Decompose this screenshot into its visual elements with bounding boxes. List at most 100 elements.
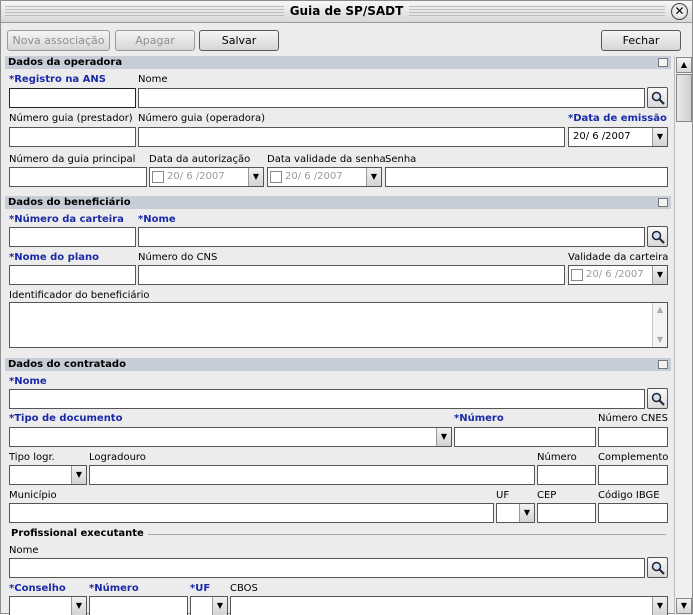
chevron-down-icon[interactable]: ▼ xyxy=(366,168,381,186)
cep-input[interactable] xyxy=(537,503,596,523)
fechar-button[interactable]: Fechar xyxy=(601,30,681,51)
numero-guia-principal-label: Número da guia principal xyxy=(9,154,136,165)
registro-ans-label: *Registro na ANS xyxy=(9,74,106,85)
logradouro-input[interactable] xyxy=(89,465,535,485)
data-validade-senha-checkbox[interactable] xyxy=(270,171,282,183)
chevron-down-icon[interactable]: ▼ xyxy=(212,597,227,615)
salvar-button[interactable]: Salvar xyxy=(199,30,279,51)
validade-carteira-value: 20/ 6 /2007 xyxy=(586,269,644,280)
apagar-button[interactable]: Apagar xyxy=(115,30,195,51)
section-title: Dados da operadora xyxy=(8,57,123,68)
numero-endereco-label: Número xyxy=(537,452,577,463)
tipo-documento-label: *Tipo de documento xyxy=(9,413,123,424)
codigo-ibge-label: Código IBGE xyxy=(598,490,660,501)
nome-operadora-input[interactable] xyxy=(138,88,645,108)
scroll-up-icon[interactable]: ▲ xyxy=(653,303,667,317)
logradouro-label: Logradouro xyxy=(89,452,146,463)
nome-contratado-input[interactable] xyxy=(9,389,645,409)
scroll-down-icon[interactable]: ▼ xyxy=(676,598,692,614)
data-emissao-picker[interactable]: 20/ 6 /2007 ▼ xyxy=(568,127,668,147)
numero-guia-principal-input[interactable] xyxy=(9,167,147,187)
nome-contratado-label: *Nome xyxy=(9,376,47,387)
data-emissao-label: *Data de emissão xyxy=(568,113,667,124)
textarea-scrollbar[interactable]: ▲ ▼ xyxy=(652,303,667,347)
municipio-input[interactable] xyxy=(9,503,494,523)
divider xyxy=(148,534,666,535)
codigo-ibge-input[interactable] xyxy=(598,503,668,523)
chevron-down-icon[interactable]: ▼ xyxy=(519,504,534,522)
section-beneficiario[interactable]: Dados do beneficiário xyxy=(5,196,671,209)
numero-carteira-input[interactable] xyxy=(9,227,136,247)
cep-label: CEP xyxy=(537,490,557,501)
cbos-label: CBOS xyxy=(230,583,258,594)
section-operadora[interactable]: Dados da operadora xyxy=(5,56,671,69)
numero-guia-operadora-label: Número guia (operadora) xyxy=(138,113,266,124)
scroll-down-icon[interactable]: ▼ xyxy=(653,333,667,347)
prof-nome-input[interactable] xyxy=(9,558,645,578)
scroll-thumb[interactable] xyxy=(676,74,692,122)
title-bar: Guia de SP/SADT ✕ xyxy=(1,1,692,23)
prof-numero-input[interactable] xyxy=(89,596,188,615)
magnifier-icon[interactable] xyxy=(647,388,668,409)
cbos-select[interactable]: ▼ xyxy=(230,596,668,615)
dialog-window: Guia de SP/SADT ✕ Nova associação Apagar… xyxy=(0,0,693,615)
nome-plano-label: *Nome do plano xyxy=(9,252,99,263)
chevron-down-icon[interactable]: ▼ xyxy=(248,168,263,186)
close-icon[interactable]: ✕ xyxy=(671,3,688,20)
magnifier-icon[interactable] xyxy=(647,557,668,578)
data-validade-senha-picker[interactable]: 20/ 6 /2007 ▼ xyxy=(267,167,382,187)
conselho-select[interactable]: ▼ xyxy=(9,596,87,615)
numero-cns-input[interactable] xyxy=(138,265,565,285)
nome-beneficiario-input[interactable] xyxy=(138,227,645,247)
numero-documento-label: *Número xyxy=(454,413,504,424)
scroll-up-icon[interactable]: ▲ xyxy=(676,57,692,73)
magnifier-icon[interactable] xyxy=(647,87,668,108)
collapse-icon[interactable] xyxy=(658,58,668,67)
chevron-down-icon[interactable]: ▼ xyxy=(71,597,86,615)
tipo-logr-select[interactable]: ▼ xyxy=(9,465,87,485)
chevron-down-icon[interactable]: ▼ xyxy=(71,466,86,484)
validade-carteira-picker[interactable]: 20/ 6 /2007 ▼ xyxy=(568,265,668,285)
nova-associacao-button[interactable]: Nova associação xyxy=(7,30,110,51)
uf-label: UF xyxy=(496,490,510,501)
data-autorizacao-picker[interactable]: 20/ 6 /2007 ▼ xyxy=(149,167,264,187)
tipo-logr-label: Tipo logr. xyxy=(9,452,55,463)
collapse-icon[interactable] xyxy=(658,360,668,369)
uf-select[interactable]: ▼ xyxy=(496,503,535,523)
numero-endereco-input[interactable] xyxy=(537,465,596,485)
identificador-label: Identificador do beneficiário xyxy=(9,290,150,301)
section-title: Dados do contratado xyxy=(8,359,126,370)
numero-guia-prestador-label: Número guia (prestador) xyxy=(9,113,133,124)
nome-operadora-label: Nome xyxy=(138,74,168,85)
prof-nome-label: Nome xyxy=(9,545,39,556)
numero-cnes-input[interactable] xyxy=(598,427,668,447)
senha-input[interactable] xyxy=(385,167,668,187)
form-scrollbar[interactable]: ▲ ▼ xyxy=(674,56,692,615)
section-contratado[interactable]: Dados do contratado xyxy=(5,358,671,371)
nome-plano-input[interactable] xyxy=(9,265,136,285)
chevron-down-icon[interactable]: ▼ xyxy=(652,597,667,615)
complemento-label: Complemento xyxy=(598,452,669,463)
registro-ans-input[interactable] xyxy=(9,88,136,108)
chevron-down-icon[interactable]: ▼ xyxy=(436,428,451,446)
section-title: Dados do beneficiário xyxy=(8,197,131,208)
identificador-textarea[interactable]: ▲ ▼ xyxy=(9,302,668,348)
senha-label: Senha xyxy=(385,154,417,165)
prof-uf-select[interactable]: ▼ xyxy=(190,596,228,615)
complemento-input[interactable] xyxy=(598,465,668,485)
form-scroll-area: Dados da operadora *Registro na ANS Nome… xyxy=(2,56,673,615)
chevron-down-icon[interactable]: ▼ xyxy=(652,128,667,146)
magnifier-icon[interactable] xyxy=(647,226,668,247)
collapse-icon[interactable] xyxy=(658,198,668,207)
chevron-down-icon[interactable]: ▼ xyxy=(652,266,667,284)
prof-numero-label: *Número xyxy=(89,583,139,594)
numero-guia-operadora-input[interactable] xyxy=(138,127,565,147)
validade-carteira-checkbox[interactable] xyxy=(571,269,583,281)
prof-uf-label: *UF xyxy=(190,583,211,594)
numero-documento-input[interactable] xyxy=(454,427,596,447)
window-title: Guia de SP/SADT xyxy=(1,4,692,18)
data-autorizacao-checkbox[interactable] xyxy=(152,171,164,183)
tipo-documento-select[interactable]: ▼ xyxy=(9,427,452,447)
numero-carteira-label: *Número da carteira xyxy=(9,214,124,225)
numero-guia-prestador-input[interactable] xyxy=(9,127,136,147)
